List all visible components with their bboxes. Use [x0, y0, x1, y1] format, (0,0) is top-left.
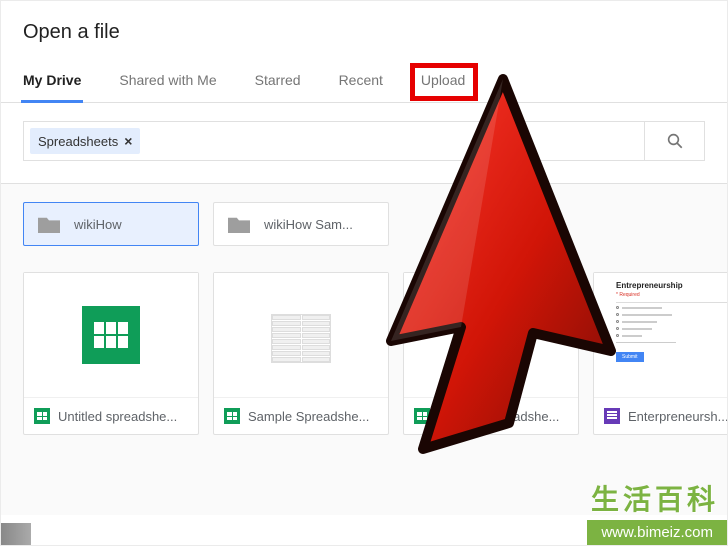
files-row: Untitled spreadshe... Sample Sprea — [23, 272, 705, 435]
filter-chip-spreadsheets[interactable]: Spreadsheets × — [30, 128, 140, 154]
content-area: wikiHow wikiHow Sam... Untitled spreadsh… — [1, 183, 727, 515]
file-thumbnail — [214, 273, 388, 397]
watermark-stub — [1, 523, 31, 545]
file-item[interactable]: Entrepreneurship * Required Submit Enter… — [593, 272, 727, 435]
table-preview-icon — [271, 314, 331, 363]
sheets-icon — [34, 408, 50, 424]
file-name: Sample Spreadshe... — [248, 409, 369, 424]
tab-recent[interactable]: Recent — [339, 72, 383, 102]
watermark-url: www.bimeiz.com — [587, 520, 727, 545]
folder-item[interactable]: wikiHow — [23, 202, 199, 246]
watermark: 生活百科 www.bimeiz.com — [587, 478, 727, 545]
folder-label: wikiHow Sam... — [264, 217, 353, 232]
search-icon — [666, 132, 684, 150]
form-preview: Entrepreneurship * Required Submit — [606, 273, 727, 370]
sheets-logo-icon — [82, 306, 140, 364]
file-name: Sample Spreadshe... — [438, 409, 559, 424]
file-thumbnail: Entrepreneurship * Required Submit — [594, 273, 727, 397]
search-input[interactable] — [146, 122, 644, 160]
folder-label: wikiHow — [74, 217, 122, 232]
file-thumbnail — [404, 273, 578, 397]
file-item[interactable]: Sample Spreadshe... — [403, 272, 579, 435]
file-item[interactable]: Sample Spreadshe... — [213, 272, 389, 435]
tab-my-drive[interactable]: My Drive — [23, 72, 81, 102]
tab-starred[interactable]: Starred — [255, 72, 301, 102]
folder-icon — [228, 215, 250, 233]
sheets-icon — [414, 408, 430, 424]
file-thumbnail — [24, 273, 198, 397]
forms-icon — [604, 408, 620, 424]
dialog-title: Open a file — [23, 21, 705, 44]
file-name: Enterpreneursh... — [628, 409, 727, 424]
watermark-cn-text: 生活百科 — [591, 478, 727, 520]
tab-shared-with-me[interactable]: Shared with Me — [119, 72, 216, 102]
folder-icon — [38, 215, 60, 233]
file-name: Untitled spreadshe... — [58, 409, 177, 424]
tab-upload[interactable]: Upload — [421, 72, 465, 102]
sheets-icon — [224, 408, 240, 424]
chip-remove-icon[interactable]: × — [124, 134, 132, 148]
search-button[interactable] — [644, 122, 704, 160]
chip-label: Spreadsheets — [38, 134, 118, 149]
folders-row: wikiHow wikiHow Sam... — [23, 202, 705, 246]
folder-item[interactable]: wikiHow Sam... — [213, 202, 389, 246]
sheets-logo-icon — [462, 306, 520, 364]
tabs-row: My Drive Shared with Me Starred Recent U… — [1, 54, 727, 103]
file-item[interactable]: Untitled spreadshe... — [23, 272, 199, 435]
filter-row: Spreadsheets × — [23, 121, 705, 161]
